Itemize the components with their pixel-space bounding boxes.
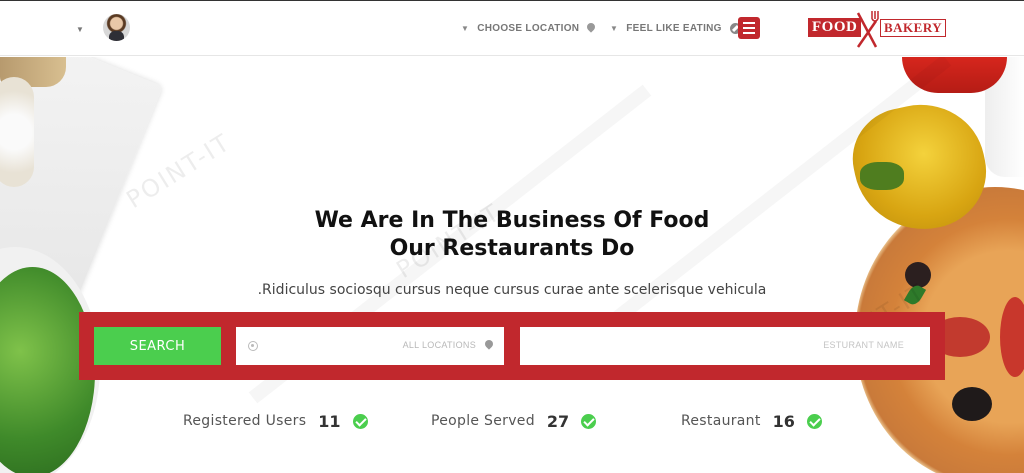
hero-section: POINT-IT POINT-IT POINT-IT We Are In The… (0, 57, 1024, 473)
stat-value: 11 (318, 411, 341, 431)
hero-headline: We Are In The Business Of Food Our Resta… (262, 207, 762, 263)
top-header: ▼ ▼ CHOOSE LOCATION ▼ FEEL LIKE EATING F… (0, 0, 1024, 56)
crosshair-icon[interactable] (248, 341, 258, 351)
stat-restaurant: Restaurant 16 (681, 409, 822, 433)
feel-like-eating-label: FEEL LIKE EATING (626, 22, 722, 34)
feel-like-eating-dropdown[interactable]: ▼ FEEL LIKE EATING (610, 21, 741, 35)
logo-word-bakery: BAKERY (880, 19, 947, 37)
check-circle-icon (352, 413, 368, 429)
headline-line-2: Our Restaurants Do (389, 236, 635, 261)
choose-location-dropdown[interactable]: ▼ CHOOSE LOCATION (461, 21, 595, 35)
pepper-stem (860, 162, 904, 190)
stat-value: 16 (772, 411, 795, 431)
stat-label: People Served (431, 413, 535, 429)
hero-tagline: .Ridiculus sociosqu cursus neque cursus … (257, 282, 767, 298)
check-circle-icon (581, 413, 597, 429)
user-menu-caret-icon[interactable]: ▼ (76, 25, 84, 34)
chevron-down-icon: ▼ (610, 23, 619, 33)
olive-topping (952, 387, 992, 421)
search-button[interactable]: SEARCH (94, 327, 221, 365)
choose-location-label: CHOOSE LOCATION (477, 22, 580, 34)
restaurant-name-input[interactable]: ESTURANT NAME (520, 327, 930, 365)
pizza-topping (1000, 297, 1024, 377)
restaurant-name-placeholder: ESTURANT NAME (823, 340, 904, 350)
chevron-down-icon: ▼ (461, 23, 470, 33)
stat-people-served: People Served 27 (431, 409, 597, 433)
menu-bar (743, 27, 755, 29)
menu-bar (743, 22, 755, 24)
headline-line-1: We Are In The Business Of Food (314, 208, 710, 233)
location-select[interactable]: ALL LOCATIONS (236, 327, 504, 365)
map-pin-icon (587, 23, 595, 33)
menu-bar (743, 32, 755, 34)
olive-topping (905, 262, 931, 288)
rice-image (0, 77, 34, 187)
fork-knife-icon (856, 11, 879, 48)
site-logo[interactable]: FOOD BAKERY (808, 9, 948, 49)
stat-label: Registered Users (183, 413, 307, 429)
stat-label: Restaurant (681, 413, 761, 429)
stat-value: 27 (546, 411, 570, 431)
location-placeholder: ALL LOCATIONS (402, 340, 476, 350)
check-circle-icon (806, 413, 822, 429)
stat-registered-users: Registered Users 11 (183, 409, 368, 433)
search-bar: SEARCH ALL LOCATIONS ESTURANT NAME (79, 312, 945, 380)
map-pin-icon (485, 340, 494, 352)
user-avatar[interactable] (103, 14, 130, 41)
hamburger-menu-button[interactable] (738, 17, 760, 39)
